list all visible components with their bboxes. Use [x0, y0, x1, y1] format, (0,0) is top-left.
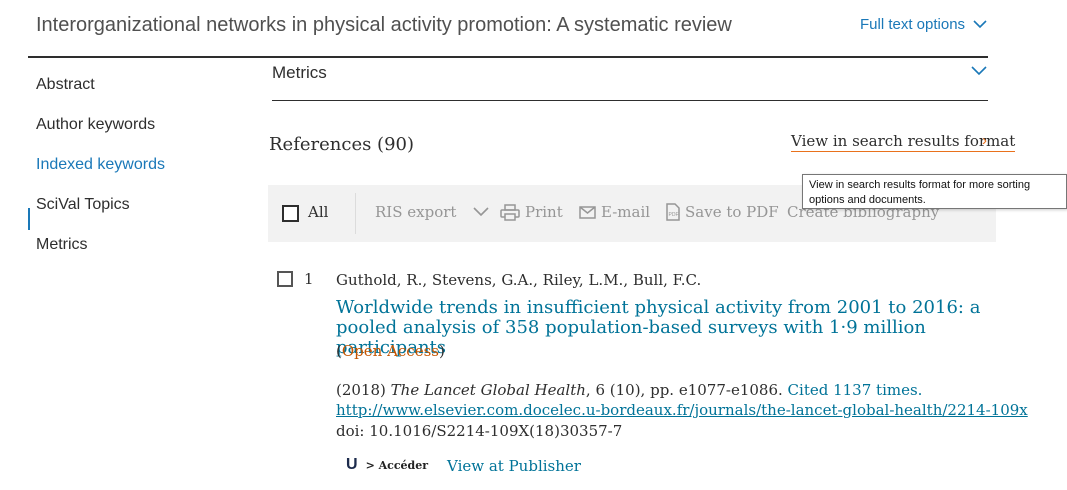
- sidebar-item-scival-topics[interactable]: SciVal Topics: [36, 196, 130, 214]
- acceder-label: > Accéder: [365, 458, 429, 472]
- save-to-pdf-label: Save to PDF: [685, 203, 779, 221]
- reference-doi: doi: 10.1016/S2214-109X(18)30357-7: [336, 422, 623, 440]
- mail-icon: [579, 205, 596, 219]
- email-button[interactable]: E-mail: [579, 203, 650, 221]
- metrics-divider: [272, 100, 988, 101]
- tooltip: View in search results format for more s…: [802, 174, 1067, 209]
- reference-number: 1: [304, 270, 314, 288]
- toolbar-divider: [355, 193, 356, 234]
- open-access-suffix: ): [438, 342, 445, 360]
- sidebar-item-author-keywords[interactable]: Author keywords: [36, 116, 155, 134]
- full-text-options-button[interactable]: Full text options: [860, 16, 987, 33]
- printer-icon: [500, 203, 520, 221]
- email-label: E-mail: [601, 203, 651, 221]
- reference-citation: (2018) The Lancet Global Health, 6 (10),…: [336, 381, 922, 399]
- cited-by-link[interactable]: Cited 1137 times.: [788, 381, 923, 399]
- reference-authors: Guthold, R., Stevens, G.A., Riley, L.M.,…: [336, 271, 702, 289]
- reference-journal: The Lancet Global Health: [390, 381, 586, 399]
- save-to-pdf-button[interactable]: PDF Save to PDF: [666, 203, 779, 221]
- sidebar-item-metrics[interactable]: Metrics: [36, 236, 88, 254]
- svg-text:PDF: PDF: [669, 212, 679, 218]
- chevron-down-icon: [473, 207, 490, 217]
- select-all-label[interactable]: All: [308, 203, 328, 221]
- chevron-down-icon: [973, 20, 987, 29]
- active-nav-indicator: [28, 208, 30, 230]
- print-label: Print: [525, 203, 563, 221]
- reference-volume-pages: , 6 (10), pp. e1077-e1086.: [585, 381, 788, 399]
- chevron-right-icon: ›: [982, 132, 987, 149]
- open-access-label: Open Access: [341, 342, 439, 360]
- chevron-down-icon[interactable]: [971, 66, 987, 76]
- view-at-publisher-link[interactable]: View at Publisher: [447, 457, 581, 475]
- university-logo-icon: U: [346, 456, 358, 473]
- ris-export-label: RIS export: [375, 203, 457, 221]
- metrics-heading: Metrics: [272, 63, 327, 82]
- open-access-badge: (Open Access): [336, 342, 445, 360]
- ris-export-button[interactable]: RIS export: [375, 203, 490, 221]
- pdf-icon: PDF: [666, 203, 680, 221]
- references-heading: References (90): [269, 134, 415, 155]
- select-all-checkbox[interactable]: [282, 205, 299, 222]
- page-title: Interorganizational networks in physical…: [36, 14, 732, 36]
- print-button[interactable]: Print: [500, 203, 563, 221]
- reference-url-link[interactable]: http://www.elsevier.com.docelec.u-bordea…: [336, 401, 1028, 419]
- header-divider: [28, 56, 988, 58]
- reference-checkbox[interactable]: [277, 271, 293, 287]
- sidebar-item-indexed-keywords[interactable]: Indexed keywords: [36, 156, 165, 174]
- full-text-options-label: Full text options: [860, 16, 966, 33]
- sidebar-item-abstract[interactable]: Abstract: [36, 76, 95, 94]
- reference-year: (2018): [336, 381, 391, 399]
- acceder-link[interactable]: U > Accéder: [346, 456, 428, 474]
